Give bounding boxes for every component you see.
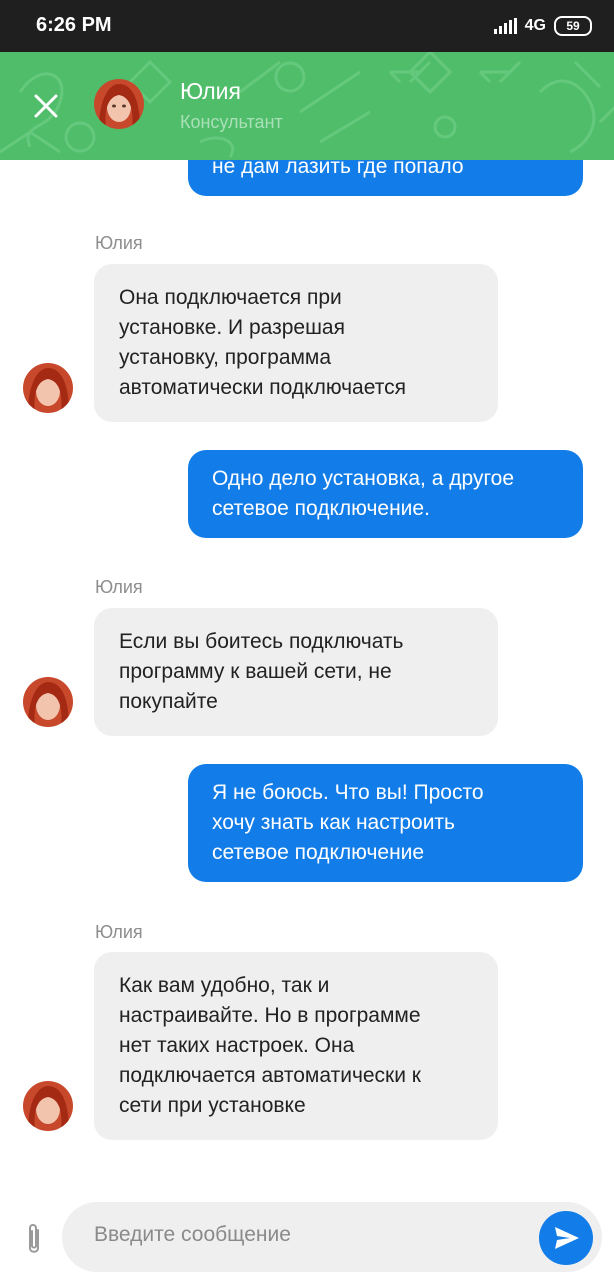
message-line: хочу знать как настроить [212, 811, 455, 834]
avatar [94, 79, 144, 129]
message-line: сети при установке [119, 1094, 306, 1117]
status-time: 6:26 PM [36, 14, 112, 36]
message-line: сетевое подключение [212, 841, 425, 864]
avatar [23, 1081, 73, 1131]
message-line: Как вам удобно, так и [119, 974, 330, 997]
signal-icon [493, 18, 517, 34]
message-list[interactable]: не дам лазить где попало Юлия Она подклю… [0, 160, 614, 1200]
message-line: автоматически подключается [119, 376, 406, 399]
message-line: настраивайте. Но в программе [119, 1004, 421, 1027]
message-line: Она подключается при [119, 286, 342, 309]
message-line: покупайте [119, 690, 218, 713]
network-type: 4G [524, 17, 546, 34]
incoming-message: Как вам удобно, так и настраивайте. Но в… [94, 952, 498, 1140]
avatar [23, 677, 73, 727]
message-line: Одно дело установка, а другое [212, 467, 514, 490]
battery-level: 59 [566, 19, 580, 33]
message-line: установку, программа [119, 346, 332, 369]
contact-role: Консультант [180, 112, 283, 132]
message-input[interactable] [94, 1223, 514, 1247]
status-indicators: 4G 59 [493, 14, 592, 38]
send-icon [555, 1227, 579, 1249]
header-pattern [0, 52, 614, 158]
message-line: подключается автоматически к [119, 1064, 421, 1087]
message-line: Если вы боитесь подключать [119, 630, 404, 653]
paperclip-icon[interactable] [20, 1222, 48, 1258]
incoming-message: Она подключается при установке. И разреш… [94, 264, 498, 422]
sender-name: Юлия [95, 922, 143, 942]
message-line: программу к вашей сети, не [119, 660, 392, 683]
message-line: Я не боюсь. Что вы! Просто [212, 781, 484, 804]
sender-name: Юлия [95, 233, 143, 253]
message-line: не дам лазить где попало [212, 160, 464, 178]
status-bar: 6:26 PM 4G 59 [0, 0, 614, 52]
message-input-container [62, 1202, 602, 1272]
message-line: нет таких настроек. Она [119, 1034, 355, 1057]
battery-icon: 59 [554, 16, 592, 36]
avatar [23, 363, 73, 413]
outgoing-message: Я не боюсь. Что вы! Просто хочу знать ка… [188, 764, 583, 882]
send-button[interactable] [539, 1211, 593, 1265]
composer [0, 1200, 614, 1280]
chat-header: Юлия Консультант [0, 52, 614, 160]
outgoing-message: Одно дело установка, а другое сетевое по… [188, 450, 583, 538]
message-line: сетевое подключение. [212, 497, 430, 520]
close-icon[interactable] [30, 90, 62, 122]
outgoing-message: не дам лазить где попало [188, 160, 583, 196]
sender-name: Юлия [95, 577, 143, 597]
incoming-message: Если вы боитесь подключать программу к в… [94, 608, 498, 736]
message-line: установке. И разрешая [119, 316, 345, 339]
contact-name: Юлия [180, 78, 241, 104]
